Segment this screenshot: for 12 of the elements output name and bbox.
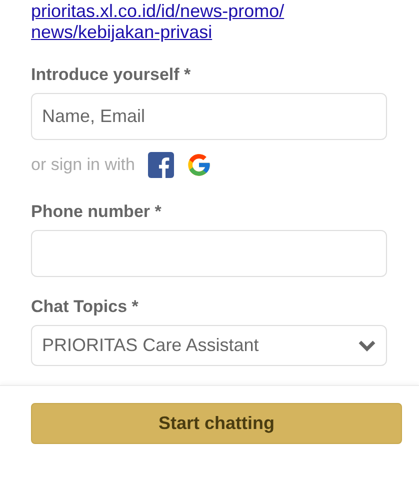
topic-dropdown[interactable]: PRIORITAS Care Assistant [31, 325, 387, 366]
privacy-link[interactable]: prioritas.xl.co.id/id/news-promo/news/kebijakan-privasi [31, 1, 291, 43]
chevron-down-icon [358, 340, 376, 352]
field-label: Introduce yourself * [31, 65, 192, 85]
facebook-icon[interactable] [148, 152, 174, 178]
input-field[interactable]: Name, Email [31, 93, 387, 140]
google-icon[interactable] [186, 152, 212, 178]
input-field[interactable] [31, 230, 387, 277]
start-chatting-button[interactable]: Start chatting [31, 403, 402, 444]
field-label: Chat Topics * [31, 297, 140, 317]
field-label: Phone number * [31, 202, 162, 222]
sign-in-hint: or sign in with [31, 154, 135, 176]
